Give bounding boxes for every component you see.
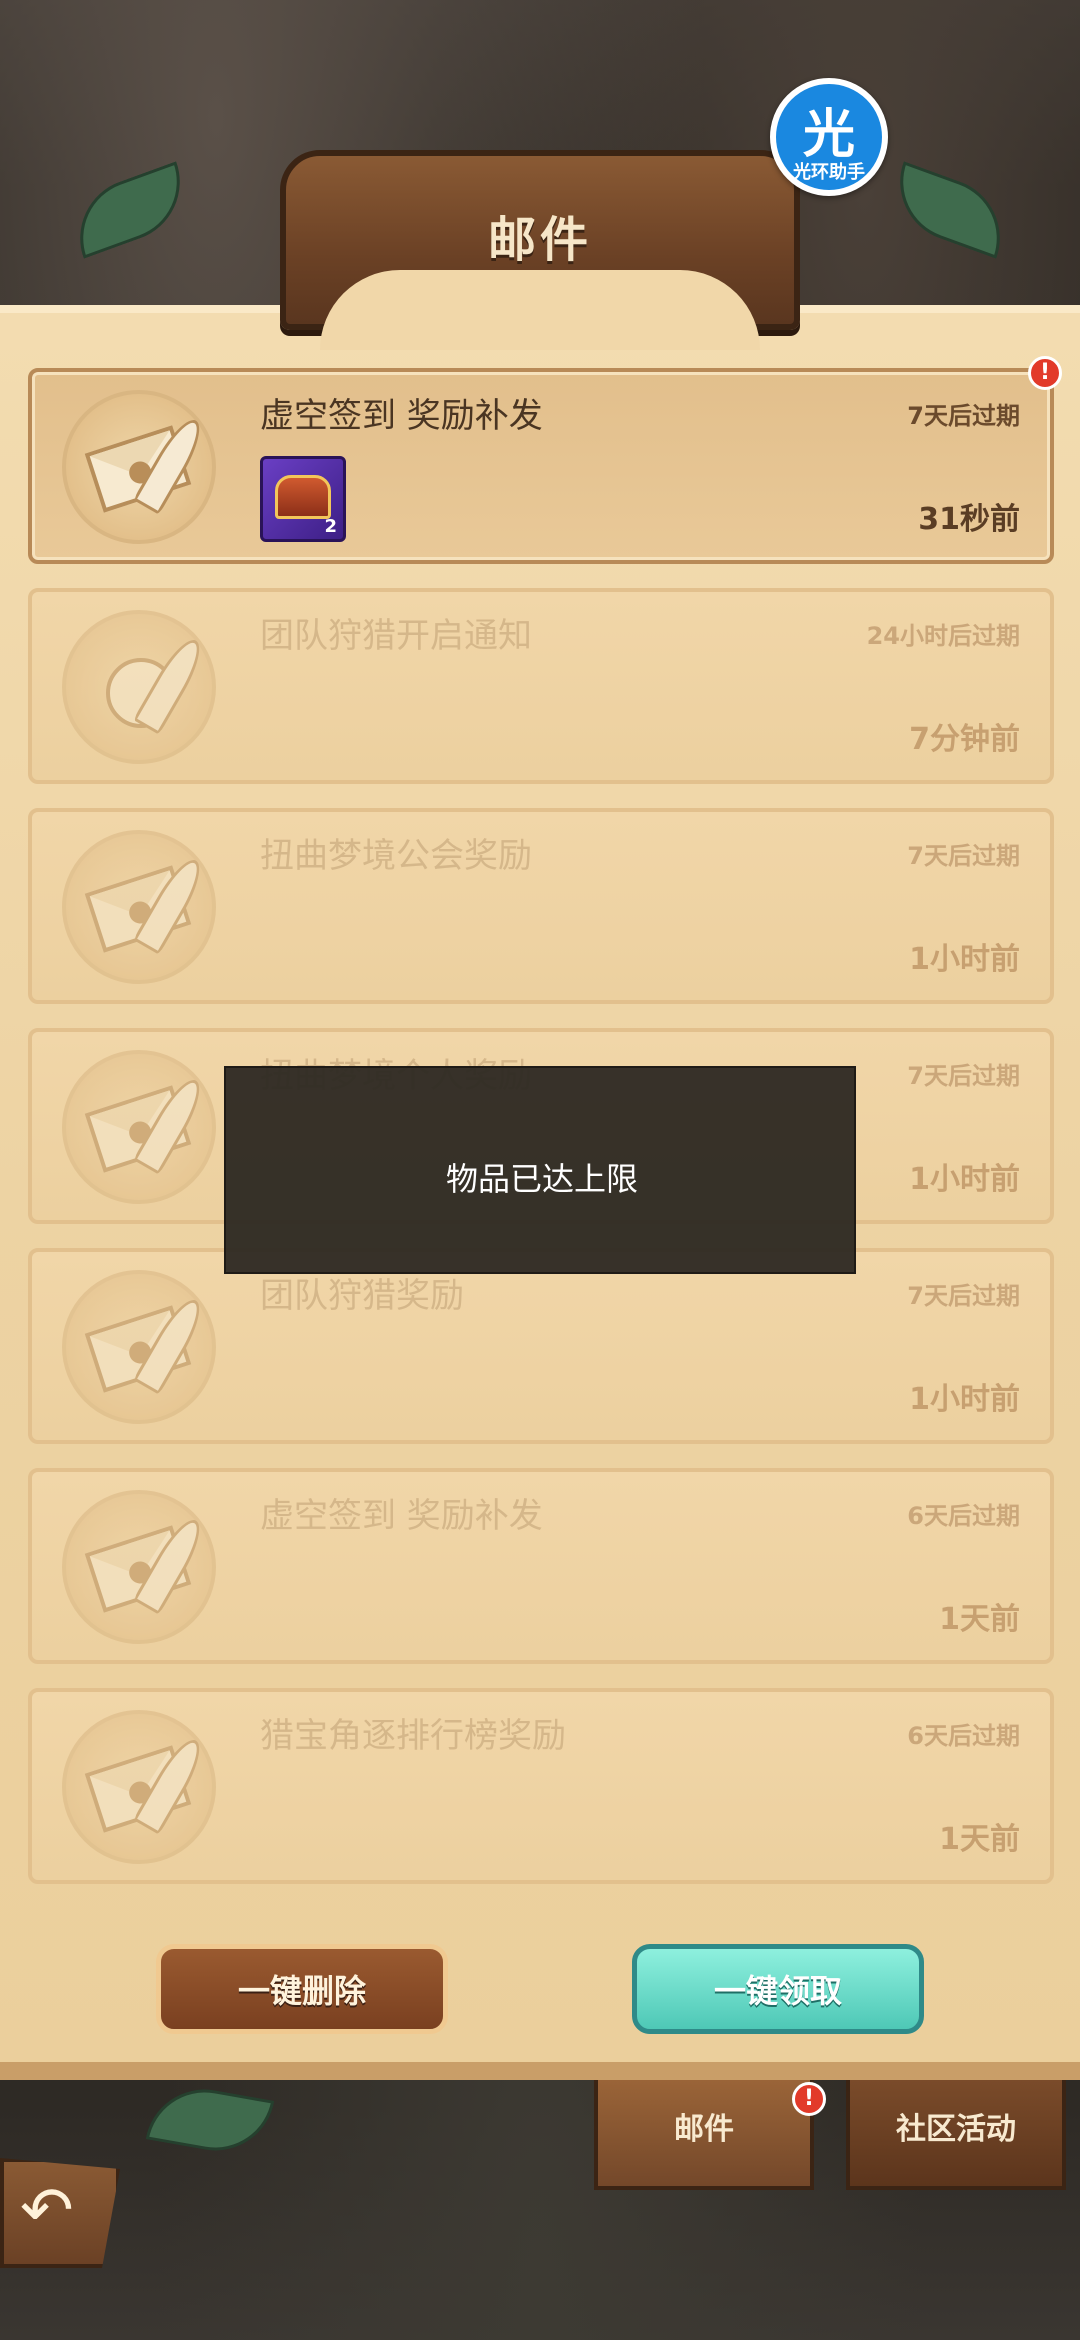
claim-all-button[interactable]: 一键领取 [632, 1944, 924, 2034]
title-arch [320, 270, 760, 350]
mail-expiry: 24小时后过期 [866, 622, 1020, 650]
page-title: 邮件 [487, 212, 592, 268]
envelope-icon [62, 1490, 216, 1644]
attachment-count: 2 [324, 516, 337, 537]
mail-title: 团队狩猎开启通知 [260, 616, 532, 656]
mail-item[interactable]: 猎宝角逐排行榜奖励 6天后过期 1天前 [28, 1688, 1054, 1884]
mail-time: 7分钟前 [909, 722, 1020, 757]
mail-time: 1天前 [939, 1822, 1020, 1857]
mail-title: 虚空签到 奖励补发 [260, 1496, 543, 1536]
mail-title: 团队狩猎奖励 [260, 1276, 464, 1316]
mail-item[interactable]: 虚空签到 奖励补发 7天后过期 2 31秒前 [28, 368, 1054, 564]
envelope-icon [62, 830, 216, 984]
envelope-icon [62, 1270, 216, 1424]
toast-message: 物品已达上限 [224, 1066, 856, 1274]
treasure-chest-icon [275, 475, 331, 519]
mail-time: 1小时前 [909, 1382, 1020, 1417]
tab-mail[interactable]: 邮件 [594, 2080, 814, 2190]
panel-bottom-trim [0, 2062, 1080, 2080]
mail-item[interactable]: 扭曲梦境公会奖励 7天后过期 1小时前 [28, 808, 1054, 1004]
tab-mail-badge: ! [792, 2082, 826, 2116]
mail-time: 1小时前 [909, 1162, 1020, 1197]
mail-title: 猎宝角逐排行榜奖励 [260, 1716, 566, 1756]
envelope-icon [62, 390, 216, 544]
tab-mail-label: 邮件 [674, 2112, 734, 2147]
mail-expiry: 7天后过期 [907, 842, 1020, 870]
mail-title: 虚空签到 奖励补发 [260, 396, 543, 436]
mail-expiry: 7天后过期 [907, 1062, 1020, 1090]
mail-expiry: 6天后过期 [907, 1502, 1020, 1530]
helper-app-badge[interactable]: 光 光环助手 [770, 78, 888, 196]
back-arrow-icon: ↶ [20, 2174, 74, 2248]
mail-item[interactable]: 团队狩猎开启通知 24小时后过期 7分钟前 [28, 588, 1054, 784]
mail-item[interactable]: 团队狩猎奖励 7天后过期 1小时前 [28, 1248, 1054, 1444]
helper-glyph: 光 [802, 105, 855, 165]
mail-expiry: 6天后过期 [907, 1722, 1020, 1750]
bell-icon [62, 610, 216, 764]
delete-all-button[interactable]: 一键删除 [156, 1944, 448, 2034]
envelope-icon [62, 1710, 216, 1864]
mail-time: 31秒前 [918, 502, 1020, 537]
tab-community-label: 社区活动 [896, 2112, 1016, 2147]
mail-alert-badge: ! [1028, 356, 1062, 390]
mail-expiry: 7天后过期 [907, 402, 1020, 430]
tab-community-events[interactable]: 社区活动 [846, 2080, 1066, 2190]
attachment-item[interactable]: 2 [260, 456, 346, 542]
mail-expiry: 7天后过期 [907, 1282, 1020, 1310]
back-button[interactable]: ↶ [0, 2158, 120, 2268]
mail-item[interactable]: 虚空签到 奖励补发 6天后过期 1天前 [28, 1468, 1054, 1664]
envelope-icon [62, 1050, 216, 1204]
mail-title: 扭曲梦境公会奖励 [260, 836, 532, 876]
mail-time: 1天前 [939, 1602, 1020, 1637]
toast-text: 物品已达上限 [445, 1160, 638, 1198]
helper-caption: 光环助手 [793, 162, 865, 183]
mail-time: 1小时前 [909, 942, 1020, 977]
